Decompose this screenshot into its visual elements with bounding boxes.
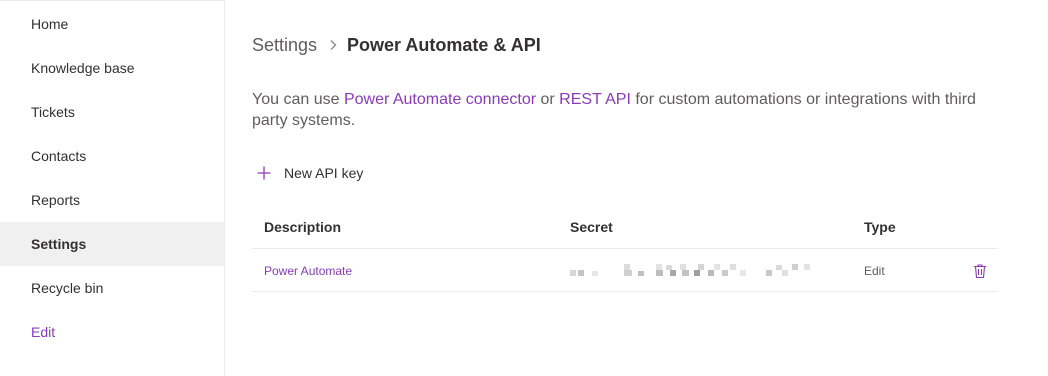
sidebar-item-contacts[interactable]: Contacts [0, 134, 224, 178]
sidebar-item-label: Reports [31, 192, 81, 208]
sidebar-nav: Home Knowledge base Tickets Contacts Rep… [0, 0, 225, 376]
delete-key-button[interactable] [972, 249, 988, 292]
column-header-description[interactable]: Description [264, 205, 341, 249]
main-content: Settings Power Automate & API You can us… [226, 0, 1048, 376]
breadcrumb: Settings Power Automate & API [252, 33, 541, 57]
column-header-secret[interactable]: Secret [570, 205, 613, 249]
column-header-type[interactable]: Type [864, 205, 896, 249]
sidebar-item-label: Contacts [31, 148, 87, 164]
secret-mask-blur [570, 263, 810, 276]
api-key-type[interactable]: Edit [864, 249, 885, 292]
page-title: Power Automate & API [347, 34, 541, 55]
new-api-key-button[interactable]: New API key [256, 161, 363, 185]
table-row[interactable]: Power Automate Edit [252, 249, 998, 292]
sidebar-item-settings[interactable]: Settings [0, 222, 224, 266]
sidebar-edit-link[interactable]: Edit [0, 310, 224, 354]
sidebar-item-recycle-bin[interactable]: Recycle bin [0, 266, 224, 310]
sidebar-item-label: Knowledge base [31, 60, 135, 76]
chevron-right-icon [329, 39, 337, 51]
table-header: Description Secret Type [252, 205, 998, 249]
power-automate-connector-link[interactable]: Power Automate connector [344, 91, 536, 108]
sidebar-item-reports[interactable]: Reports [0, 178, 224, 222]
sidebar-top-divider [0, 0, 225, 1]
sidebar-edit-label: Edit [31, 324, 56, 340]
sidebar-item-tickets[interactable]: Tickets [0, 90, 224, 134]
trash-icon [972, 263, 988, 279]
sidebar-item-label: Recycle bin [31, 280, 104, 296]
intro-middle: or [536, 91, 560, 108]
new-api-key-label: New API key [284, 165, 364, 181]
sidebar-item-knowledge-base[interactable]: Knowledge base [0, 46, 224, 90]
api-key-description[interactable]: Power Automate [264, 249, 352, 292]
sidebar-item-label: Settings [31, 236, 87, 252]
sidebar-item-label: Tickets [31, 104, 75, 120]
sidebar-item-label: Home [31, 16, 69, 32]
sidebar-item-home[interactable]: Home [0, 2, 224, 46]
intro-prefix: You can use [252, 91, 344, 108]
intro-text: You can use Power Automate connector or … [252, 89, 992, 131]
plus-icon [256, 165, 272, 181]
rest-api-link[interactable]: REST API [559, 91, 631, 108]
breadcrumb-settings-link[interactable]: Settings [252, 35, 317, 56]
api-key-secret-masked [570, 249, 814, 292]
api-keys-table: Description Secret Type Power Automate E… [252, 205, 998, 292]
